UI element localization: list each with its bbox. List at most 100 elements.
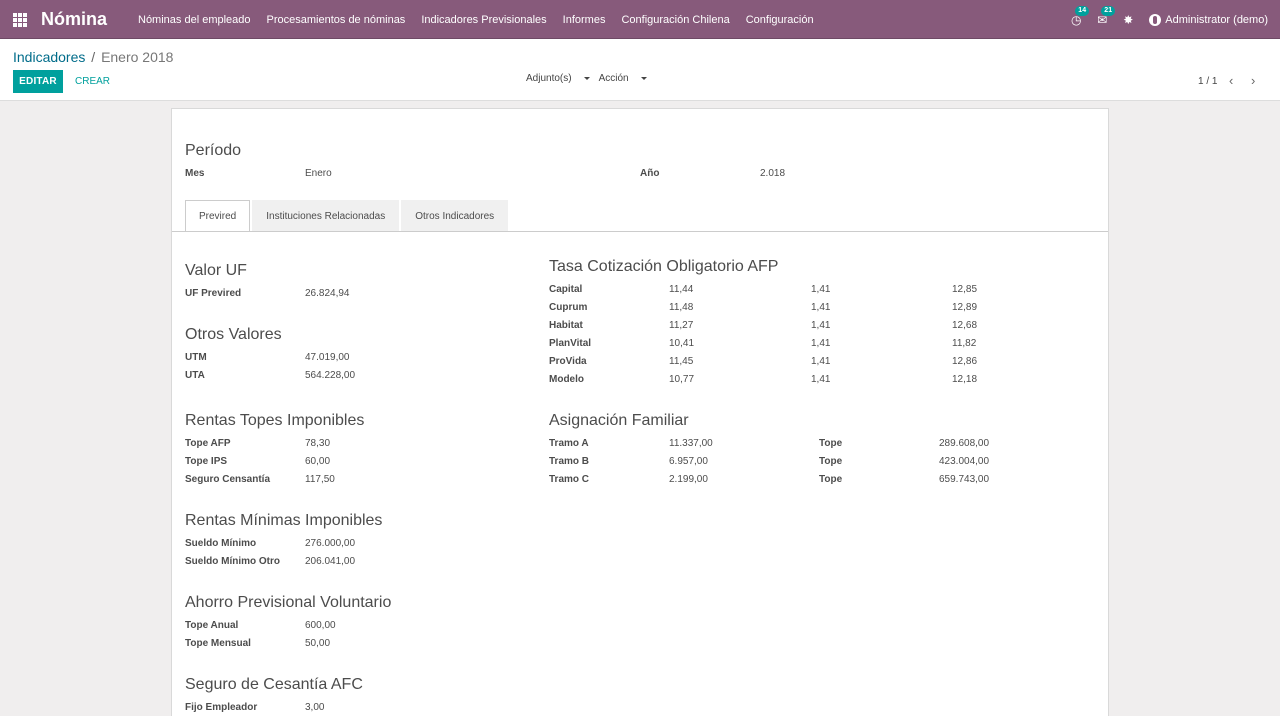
create-button[interactable]: CREAR — [68, 70, 117, 93]
control-panel: Indicadores / Enero 2018 EDITAR CREAR Ad… — [0, 39, 1280, 101]
periodo-title: Período — [185, 142, 242, 159]
main-menu: Nóminas del empleado Procesamientos de n… — [130, 0, 822, 39]
afp-row-b: 1,41 — [811, 284, 831, 295]
afp-row-c: 12,85 — [952, 284, 978, 295]
afp-row-a: 11,27 — [669, 320, 694, 331]
mes-label: Mes — [185, 168, 205, 179]
menu-item-nominas-empleado[interactable]: Nóminas del empleado — [130, 14, 259, 26]
tab-instituciones-relacionadas[interactable]: Instituciones Relacionadas — [252, 200, 400, 231]
breadcrumb-current: Enero 2018 — [101, 49, 174, 65]
menu-item-indicadores[interactable]: Indicadores Previsionales — [413, 14, 554, 26]
anio-label: Año — [640, 168, 660, 179]
tramo-label: Tramo A — [549, 438, 589, 449]
afp-row-c: 12,18 — [952, 374, 978, 385]
uf-previred-label: UF Previred — [185, 288, 242, 299]
tramo-value: 6.957,00 — [669, 456, 708, 467]
pager-next-icon[interactable]: › — [1251, 73, 1255, 88]
uf-previred-value: 26.824,94 — [305, 288, 350, 299]
messages-badge: 21 — [1101, 5, 1116, 16]
messages-icon[interactable]: ✉ 21 — [1089, 5, 1116, 27]
tope-afp-value: 78,30 — [305, 438, 331, 449]
breadcrumb-separator: / — [91, 49, 96, 65]
pager-previous-icon[interactable]: ‹ — [1229, 73, 1233, 88]
afp-title: Tasa Cotización Obligatorio AFP — [549, 258, 779, 275]
afp-row-label: Habitat — [549, 320, 583, 331]
tramo-value: 2.199,00 — [669, 474, 708, 485]
fijo-empleador-label: Fijo Empleador — [185, 702, 258, 713]
tope-value: 423.004,00 — [939, 456, 990, 467]
afp-row-c: 11,82 — [952, 338, 977, 349]
rentas-topes-title: Rentas Topes Imponibles — [185, 412, 365, 429]
tope-value: 659.743,00 — [939, 474, 990, 485]
afp-row-c: 12,89 — [952, 302, 978, 313]
afp-row-label: PlanVital — [549, 338, 592, 349]
tope-value: 289.608,00 — [939, 438, 990, 449]
afp-row-label: Cuprum — [549, 302, 588, 313]
tope-mensual-label: Tope Mensual — [185, 638, 251, 649]
afp-row-c: 12,86 — [952, 356, 978, 367]
mes-value: Enero — [305, 168, 332, 179]
tope-afp-label: Tope AFP — [185, 438, 231, 449]
tope-label: Tope — [819, 456, 843, 467]
menu-item-configuracion[interactable]: Configuración — [738, 14, 822, 26]
pager-value[interactable]: 1 / 1 — [1198, 76, 1217, 87]
avatar — [1149, 13, 1162, 26]
menu-item-procesamientos[interactable]: Procesamientos de nóminas — [259, 14, 414, 26]
rentas-minimas-title: Rentas Mínimas Imponibles — [185, 512, 383, 529]
action-dropdown[interactable]: Acción — [599, 73, 647, 84]
caret-down-icon — [640, 76, 647, 80]
activity-clock-icon[interactable]: ◷ 14 — [1063, 5, 1090, 27]
activity-badge: 14 — [1075, 5, 1090, 16]
attachments-dropdown[interactable]: Adjunto(s) — [526, 73, 590, 84]
tramo-value: 11.337,00 — [669, 438, 713, 449]
user-menu[interactable]: Administrator (demo) — [1141, 13, 1280, 26]
tramo-label: Tramo C — [549, 474, 590, 485]
breadcrumb-parent[interactable]: Indicadores — [13, 49, 85, 65]
afp-row-b: 1,41 — [811, 374, 831, 385]
sueldo-minimo-otro-value: 206.041,00 — [305, 556, 356, 567]
asignacion-title: Asignación Familiar — [549, 412, 689, 429]
tope-label: Tope — [819, 474, 843, 485]
form-sheet: Período Mes Enero Año 2.018 Previred Ins… — [171, 108, 1109, 716]
anio-value: 2.018 — [760, 168, 786, 179]
tope-ips-label: Tope IPS — [185, 456, 228, 467]
seguro-censantia-label: Seguro Censantía — [185, 474, 271, 485]
tab-previred[interactable]: Previred — [185, 200, 251, 232]
utm-value: 47.019,00 — [305, 352, 350, 363]
tabs-divider — [172, 231, 1108, 232]
fijo-empleador-value: 3,00 — [305, 702, 325, 713]
top-navbar: Nómina Nóminas del empleado Procesamient… — [0, 0, 1280, 39]
uta-label: UTA — [185, 370, 205, 381]
breadcrumb: Indicadores / Enero 2018 — [13, 49, 173, 65]
afp-row-a: 10,41 — [669, 338, 695, 349]
afp-row-label: ProVida — [549, 356, 587, 367]
menu-item-configuracion-chilena[interactable]: Configuración Chilena — [613, 14, 737, 26]
tab-otros-indicadores[interactable]: Otros Indicadores — [401, 200, 509, 231]
apps-menu-icon[interactable] — [13, 13, 27, 27]
app-brand[interactable]: Nómina — [41, 9, 107, 30]
seguro-afc-title: Seguro de Cesantía AFC — [185, 676, 363, 693]
tope-mensual-value: 50,00 — [305, 638, 331, 649]
valor-uf-title: Valor UF — [185, 262, 247, 279]
otros-valores-title: Otros Valores — [185, 326, 282, 343]
tramo-label: Tramo B — [549, 456, 590, 467]
sidebar-dropdowns: Adjunto(s) Acción — [526, 73, 656, 84]
afp-row-b: 1,41 — [811, 320, 831, 331]
afp-row-label: Capital — [549, 284, 583, 295]
sueldo-minimo-label: Sueldo Mínimo — [185, 538, 257, 549]
user-name: Administrator (demo) — [1165, 13, 1268, 26]
menu-item-informes[interactable]: Informes — [555, 14, 614, 26]
debug-bug-icon[interactable]: ✸ — [1115, 13, 1141, 27]
seguro-censantia-value: 117,50 — [305, 474, 335, 485]
tope-ips-value: 60,00 — [305, 456, 331, 467]
ahorro-title: Ahorro Previsional Voluntario — [185, 594, 392, 611]
systray: ◷ 14 ✉ 21 ✸ Administrator (demo) — [1063, 0, 1280, 39]
notebook-tabs: Previred Instituciones Relacionadas Otro… — [185, 200, 510, 232]
afp-row-b: 1,41 — [811, 302, 831, 313]
tope-anual-value: 600,00 — [305, 620, 336, 631]
uta-value: 564.228,00 — [305, 370, 356, 381]
utm-label: UTM — [185, 352, 207, 363]
afp-row-b: 1,41 — [811, 338, 831, 349]
edit-button[interactable]: EDITAR — [13, 70, 63, 93]
afp-row-a: 11,48 — [669, 302, 694, 313]
